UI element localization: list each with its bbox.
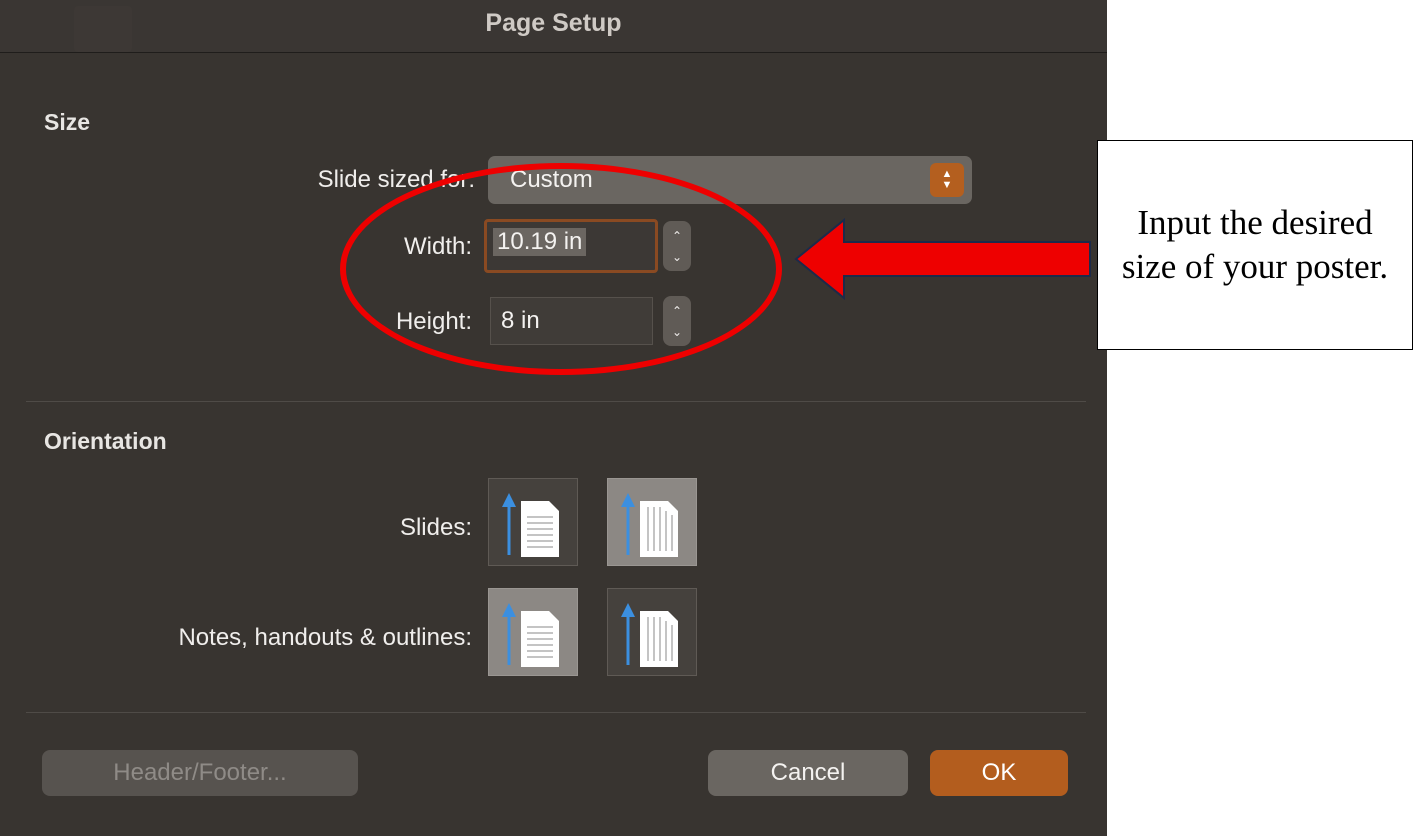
- notes-orientation-label: Notes, handouts & outlines:: [178, 624, 472, 651]
- header-footer-button[interactable]: Header/Footer...: [42, 750, 358, 796]
- width-input[interactable]: 10.19 in: [484, 219, 658, 273]
- slide-size-value: Custom: [510, 166, 593, 193]
- stepper-up-icon[interactable]: ⌃: [672, 230, 682, 242]
- landscape-page-icon: [621, 603, 678, 667]
- width-label: Width:: [403, 233, 472, 260]
- landscape-page-icon: [621, 493, 678, 557]
- callout-text: Input the desired size of your poster.: [1121, 203, 1389, 286]
- slides-landscape-button[interactable]: [607, 478, 697, 566]
- portrait-page-icon: [502, 603, 559, 667]
- height-input[interactable]: 8 in: [490, 297, 653, 345]
- annotation-arrow-icon: [794, 217, 1091, 301]
- cancel-button[interactable]: Cancel: [708, 750, 908, 796]
- width-stepper[interactable]: ⌃ ⌄: [663, 221, 691, 271]
- slide-sized-for-label: Slide sized for:: [317, 166, 475, 193]
- notes-portrait-button[interactable]: [488, 588, 578, 676]
- size-heading: Size: [44, 109, 91, 135]
- portrait-page-icon: [502, 493, 559, 557]
- title-bar[interactable]: Page Setup: [0, 0, 1107, 53]
- popup-chevrons-icon: ▲ ▼: [930, 163, 964, 197]
- ok-button[interactable]: OK: [930, 750, 1068, 796]
- stepper-down-icon[interactable]: ⌄: [672, 251, 682, 263]
- height-stepper[interactable]: ⌃ ⌄: [663, 296, 691, 346]
- orientation-heading: Orientation: [44, 428, 167, 454]
- height-label: Height:: [395, 308, 472, 335]
- slides-portrait-button[interactable]: [488, 478, 578, 566]
- stepper-down-icon[interactable]: ⌄: [672, 326, 682, 338]
- height-value: 8 in: [501, 307, 540, 334]
- divider: [26, 712, 1086, 713]
- annotation-callout: Input the desired size of your poster.: [1097, 140, 1413, 350]
- notes-landscape-button[interactable]: [607, 588, 697, 676]
- divider: [26, 401, 1086, 402]
- width-value: 10.19 in: [493, 228, 587, 256]
- stepper-up-icon[interactable]: ⌃: [672, 305, 682, 317]
- dialog-title: Page Setup: [485, 9, 622, 37]
- slide-size-popup[interactable]: Custom ▲ ▼: [488, 156, 972, 204]
- slides-orientation-label: Slides:: [399, 514, 472, 541]
- page-setup-dialog: Page Setup Size Slide sized for: Custom …: [0, 0, 1107, 836]
